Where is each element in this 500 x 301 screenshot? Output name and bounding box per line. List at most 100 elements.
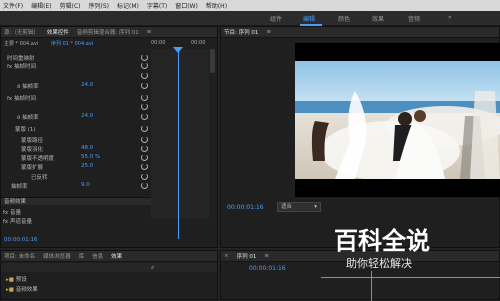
panel-menu-icon[interactable]: ≡ xyxy=(266,29,271,35)
program-title[interactable]: 节目: 序列 01 xyxy=(224,28,258,36)
tab-info[interactable]: 信息 xyxy=(92,252,103,260)
reset-icon[interactable] xyxy=(141,72,148,79)
workspace-tab-assembly[interactable]: 组件 xyxy=(270,14,282,23)
program-timecode[interactable]: 00:00:01:16 xyxy=(227,204,264,211)
reset-icon[interactable] xyxy=(141,182,148,189)
effect-row[interactable]: fx 抽帧时间 xyxy=(7,93,36,102)
effect-row-label: 蒙版扩展 xyxy=(21,164,44,171)
search-icon[interactable]: ⌕ xyxy=(151,264,154,272)
playhead-handle-icon[interactable] xyxy=(173,47,183,53)
effect-row-value[interactable]: 25.0 xyxy=(81,163,93,169)
effect-row-value[interactable]: 48.0 xyxy=(81,145,93,151)
panel-menu-icon[interactable]: ≡ xyxy=(264,253,269,259)
watermark-title: 百科全说 xyxy=(334,227,430,255)
sequence-clip-label[interactable]: 序列 01 * 004.avi xyxy=(51,40,93,47)
reset-icon[interactable] xyxy=(141,145,148,152)
folder-icon: ▸■ xyxy=(6,287,14,293)
effect-row[interactable]: 蒙版路径 xyxy=(21,135,43,144)
master-clip-label[interactable]: 主要 * 004.avi xyxy=(4,40,38,47)
reset-icon[interactable] xyxy=(141,173,148,180)
workspace-more-icon[interactable]: » xyxy=(448,14,452,21)
effects-folder-audio[interactable]: ▸■ 音频效果 xyxy=(6,285,38,293)
workspace-tab-editing[interactable]: 编辑 xyxy=(303,14,315,23)
sequence-timecode[interactable]: 00:00:01:16 xyxy=(249,265,286,272)
tab-audio-mixer[interactable]: 音频剪辑混合器: 序列 01 xyxy=(77,28,139,36)
effect-row-label: 已反转 xyxy=(31,174,48,181)
tab-library[interactable]: 库 xyxy=(79,252,85,260)
project-panel: 项目: 未命名 媒体浏览器 库 信息 效果 ⌕ ▸■ 预设 ▸■ 音频效果 xyxy=(0,250,218,300)
chevron-down-icon: ▾ xyxy=(314,204,317,210)
menu-item-7[interactable]: 帮助(H) xyxy=(206,1,227,10)
menu-item-1[interactable]: 编辑(E) xyxy=(31,1,51,10)
effect-controls-timecode[interactable]: 00:00:01:16 xyxy=(4,237,38,243)
effects-folder-presets[interactable]: ▸■ 预设 xyxy=(6,275,27,283)
menu-item-0[interactable]: 文件(F) xyxy=(3,1,23,10)
panel-menu-icon[interactable]: ≡ xyxy=(147,29,152,35)
menu-item-6[interactable]: 窗口(W) xyxy=(175,1,198,10)
effect-row[interactable]: 蒙版 (1) xyxy=(15,124,36,133)
menu-bar: 文件(F) 编辑(E) 剪辑(C) 序列(S) 标记(M) 字幕(T) 窗口(W) 帮助(H) xyxy=(0,0,500,11)
effect-row-label: 蒙版羽化 xyxy=(21,146,44,153)
effect-row-value[interactable]: 55.0 % xyxy=(81,154,100,160)
effect-row[interactable]: 蒙版扩展 xyxy=(21,162,43,171)
effect-row-label: ö 抽帧率 xyxy=(17,114,39,121)
effect-controls-panel: 源:（无剪辑） 效果控件 音频剪辑混合器: 序列 01 ≡ 主要 * 004.a… xyxy=(0,26,218,248)
folder-icon: ▸■ xyxy=(6,277,14,283)
workspace-bar: 组件 编辑 颜色 效果 音频 » xyxy=(0,11,500,26)
reset-icon[interactable] xyxy=(141,125,148,132)
work-area-bar[interactable] xyxy=(321,277,500,278)
tab-media-browser[interactable]: 媒体浏览器 xyxy=(43,252,71,260)
effect-row[interactable]: 已反转 xyxy=(31,172,48,181)
effect-row[interactable]: 抽帧率 xyxy=(11,181,28,190)
menu-item-2[interactable]: 剪辑(C) xyxy=(60,1,81,10)
menu-item-5[interactable]: 字幕(T) xyxy=(147,1,167,10)
effect-row-value[interactable]: 9.0 xyxy=(81,182,90,188)
tab-source[interactable]: 源:（无剪辑） xyxy=(4,28,39,36)
workspace-tab-audio[interactable]: 音频 xyxy=(408,14,420,23)
menu-item-4[interactable]: 标记(M) xyxy=(117,1,139,10)
reset-icon[interactable] xyxy=(141,113,148,120)
audio-effects-heading: 音频效果 xyxy=(1,197,151,205)
tab-effects[interactable]: 效果 xyxy=(111,252,122,260)
reset-icon[interactable] xyxy=(141,82,148,89)
vertical-scrollbar[interactable] xyxy=(210,49,215,73)
reset-icon[interactable] xyxy=(141,54,148,61)
reset-icon[interactable] xyxy=(141,103,148,110)
audio-volume-label: fx 音量 xyxy=(3,209,21,216)
reset-icon[interactable] xyxy=(141,154,148,161)
program-panel-header: 节目: 序列 01 ≡ xyxy=(221,27,499,38)
playhead-line[interactable] xyxy=(178,49,179,239)
effect-row-label: 抽帧率 xyxy=(11,183,28,190)
audio-volume-row[interactable]: fx 音量 xyxy=(3,207,21,216)
workspace-tab-effects[interactable]: 效果 xyxy=(372,14,384,23)
effect-row[interactable]: 蒙版羽化 xyxy=(21,144,43,153)
effect-row[interactable]: ö 抽帧率 xyxy=(17,81,39,90)
effects-search-bar[interactable]: ⌕ xyxy=(1,263,217,272)
menu-item-3[interactable]: 序列(S) xyxy=(89,1,110,10)
ruler-end-time: 00:00 xyxy=(191,40,206,46)
watermark-subtitle: 助你轻松解决 xyxy=(346,257,412,270)
effect-row[interactable]: 蒙版不透明度 xyxy=(21,153,54,162)
tab-effect-controls[interactable]: 效果控件 xyxy=(47,28,69,36)
close-icon[interactable]: × xyxy=(224,253,229,259)
effect-row-value[interactable]: 24.0 xyxy=(81,82,93,88)
workspace-tab-color[interactable]: 颜色 xyxy=(338,14,350,23)
reset-icon[interactable] xyxy=(141,136,148,143)
reset-icon[interactable] xyxy=(141,62,148,69)
effect-row-label: fx 抽帧时间 xyxy=(7,95,36,102)
channel-volume-label: fx 声道音量 xyxy=(3,218,32,225)
video-frame[interactable] xyxy=(295,43,500,197)
channel-volume-row[interactable]: fx 声道音量 xyxy=(3,216,32,225)
sequence-tab[interactable]: 序列 01 xyxy=(237,252,257,260)
reset-icon[interactable] xyxy=(141,94,148,101)
effect-row-value[interactable]: 24.0 xyxy=(81,113,93,119)
keyframe-area[interactable] xyxy=(151,49,209,219)
effect-row-label: ö 抽帧率 xyxy=(17,83,39,90)
effect-row[interactable]: ö 抽帧率 xyxy=(17,112,39,121)
fit-dropdown[interactable]: 适合 ▾ xyxy=(277,202,321,212)
tab-project[interactable]: 项目: 未命名 xyxy=(4,252,35,260)
effect-row-label: 蒙版路径 xyxy=(21,137,44,144)
effect-row[interactable]: fx 抽帧时间 xyxy=(7,61,36,70)
reset-icon[interactable] xyxy=(141,163,148,170)
effect-controls-header: 主要 * 004.avi 序列 01 * 004.avi 00:00 00:00 xyxy=(1,39,217,49)
